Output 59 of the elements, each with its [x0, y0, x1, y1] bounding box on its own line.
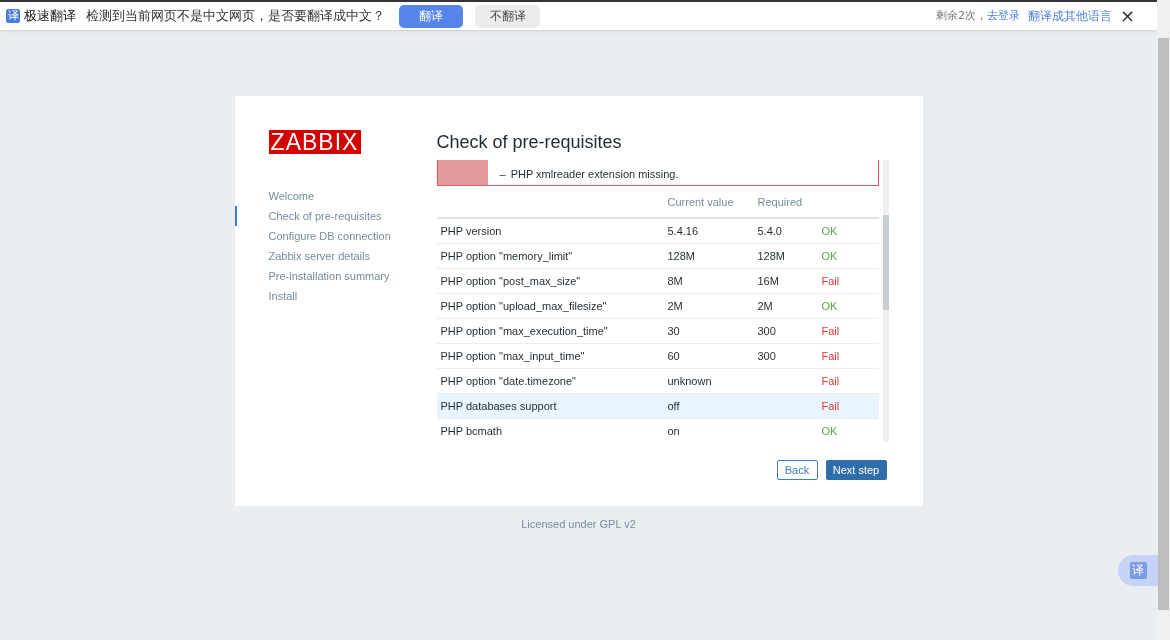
table-cell-text: 8M [667, 273, 684, 289]
app-name: 极速翻译 [24, 7, 76, 26]
remaining-count: 剩余2次， [935, 7, 987, 24]
table-cell-text: PHP bcmath [440, 423, 504, 439]
status-text: OK [821, 298, 838, 314]
table-cell-text: 5.4.0 [757, 223, 783, 239]
nav-item[interactable]: Install [234, 286, 437, 306]
nav-item[interactable]: Zabbix server details [234, 246, 437, 266]
table-cell-text: unknown [667, 373, 713, 389]
table-cell-text: PHP version [440, 223, 503, 239]
nav-item[interactable]: Check of pre-requisites [234, 206, 437, 226]
table-cell-text: 5.4.16 [667, 223, 700, 239]
table-cell-text: 2M [667, 298, 684, 314]
table-cell-text: PHP option "memory_limit" [440, 248, 574, 264]
login-link[interactable]: 去登录 [986, 7, 1020, 25]
page-title: Check of pre-requisites [436, 131, 623, 153]
bullet: – [499, 166, 506, 182]
table-cell-text: 2M [757, 298, 774, 314]
table-cell-text: PHP option "date.timezone" [440, 373, 577, 389]
translate-icon[interactable]: 译 [1129, 562, 1147, 579]
status-text: Fail [821, 373, 840, 389]
status-text: OK [821, 248, 838, 264]
table-cell-text: 300 [757, 348, 777, 364]
table-cell-text: 16M [757, 273, 780, 289]
table-cell-text: PHP option "max_execution_time" [440, 323, 609, 339]
table-cell-text: PHP option "upload_max_filesize" [440, 298, 608, 314]
status-text: OK [821, 423, 838, 439]
column-header: Required [757, 194, 803, 210]
other-language-link[interactable]: 翻译成其他语言 [1027, 7, 1112, 25]
status-text: OK [821, 223, 838, 239]
status-text: Fail [821, 273, 840, 289]
table-cell-text: 60 [667, 348, 681, 364]
table-cell-text: PHP option "max_input_time" [440, 348, 586, 364]
close-button[interactable]: × [1119, 7, 1135, 25]
back-button[interactable]: Back [776, 460, 818, 480]
zabbix-logo: ZABBIX [268, 130, 361, 154]
table-cell-text: 300 [757, 323, 777, 339]
column-header: Current value [667, 194, 735, 210]
table-cell-text: off [667, 398, 681, 414]
nav-item[interactable]: Welcome [234, 186, 437, 206]
nav-item[interactable]: Pre-installation summary [234, 266, 437, 286]
status-text: Fail [821, 348, 840, 364]
dont-translate-button[interactable]: 不翻译 [475, 4, 540, 28]
table-cell-text: 30 [667, 323, 681, 339]
table-cell-text: PHP databases support [440, 398, 558, 414]
status-text: Fail [821, 323, 840, 339]
table-cell-text: on [667, 423, 681, 439]
table-cell-text: 128M [667, 248, 697, 264]
status-text: Fail [821, 398, 840, 414]
table-cell-text: 128M [757, 248, 787, 264]
translate-icon: 译 [6, 9, 20, 23]
nav-item[interactable]: Configure DB connection [234, 226, 437, 246]
error-marker [437, 160, 488, 185]
error-text: PHP xmlreader extension missing. [510, 166, 679, 182]
license-link[interactable]: Licensed under GPL v2 [521, 516, 636, 533]
next-step-button[interactable]: Next step [825, 460, 887, 480]
translate-prompt: 检测到当前网页不是中文网页，是否要翻译成中文？ [86, 7, 385, 26]
translate-button[interactable]: 翻译 [399, 4, 463, 28]
table-cell-text: PHP option "post_max_size" [440, 273, 582, 289]
